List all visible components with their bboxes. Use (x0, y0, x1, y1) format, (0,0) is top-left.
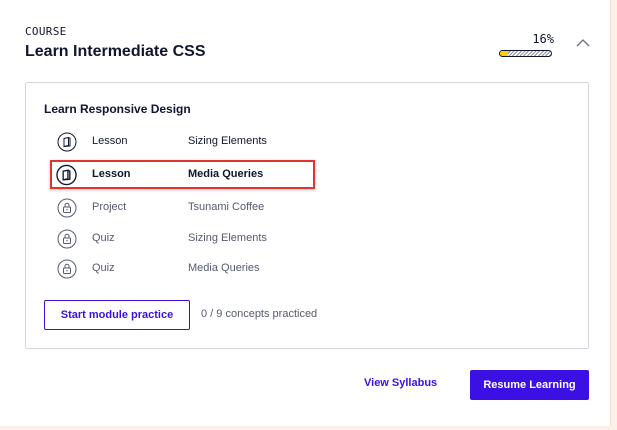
course-kicker: COURSE (25, 25, 67, 38)
progress-bar-fill (500, 51, 509, 56)
module-item-type: Quiz (92, 262, 115, 274)
module-item-type: Lesson (92, 135, 128, 147)
module-item-type: Project (92, 201, 127, 213)
view-syllabus-link[interactable]: View Syllabus (364, 377, 437, 389)
lock-icon (57, 229, 77, 249)
module-item-lesson-sizing-elements[interactable]: Lesson Sizing Elements (54, 130, 314, 154)
module-item-name: Media Queries (188, 262, 260, 274)
module-item-name: Sizing Elements (188, 135, 267, 147)
module-item-name: Media Queries (188, 168, 264, 180)
module-item-lesson-media-queries[interactable]: Lesson Media Queries (54, 163, 314, 187)
resume-learning-button[interactable]: Resume Learning (470, 370, 589, 400)
module-item-type: Lesson (92, 168, 131, 180)
start-module-practice-button[interactable]: Start module practice (44, 300, 190, 330)
lock-icon (57, 259, 77, 279)
practice-status: 0 / 9 concepts practiced (201, 308, 318, 320)
lock-icon (57, 198, 77, 218)
lesson-book-icon (57, 132, 77, 152)
progress-percentage: 16% (532, 32, 554, 46)
module-item-quiz-sizing-elements[interactable]: Quiz Sizing Elements (54, 227, 314, 251)
chevron-up-icon (576, 39, 590, 47)
course-title: Learn Intermediate CSS (25, 43, 206, 60)
module-title: Learn Responsive Design (44, 102, 191, 116)
module-item-name: Tsunami Coffee (188, 201, 265, 213)
module-item-type: Quiz (92, 232, 115, 244)
module-item-name: Sizing Elements (188, 232, 267, 244)
module-item-project-tsunami-coffee[interactable]: Project Tsunami Coffee (54, 196, 314, 220)
collapse-button[interactable] (572, 34, 594, 52)
progress-bar (499, 50, 552, 57)
lesson-book-icon (56, 164, 77, 185)
module-panel: Learn Responsive Design Lesson Sizing El… (25, 82, 589, 349)
course-card: COURSE Learn Intermediate CSS 16% Learn … (0, 0, 611, 426)
module-item-quiz-media-queries[interactable]: Quiz Media Queries (54, 257, 314, 281)
